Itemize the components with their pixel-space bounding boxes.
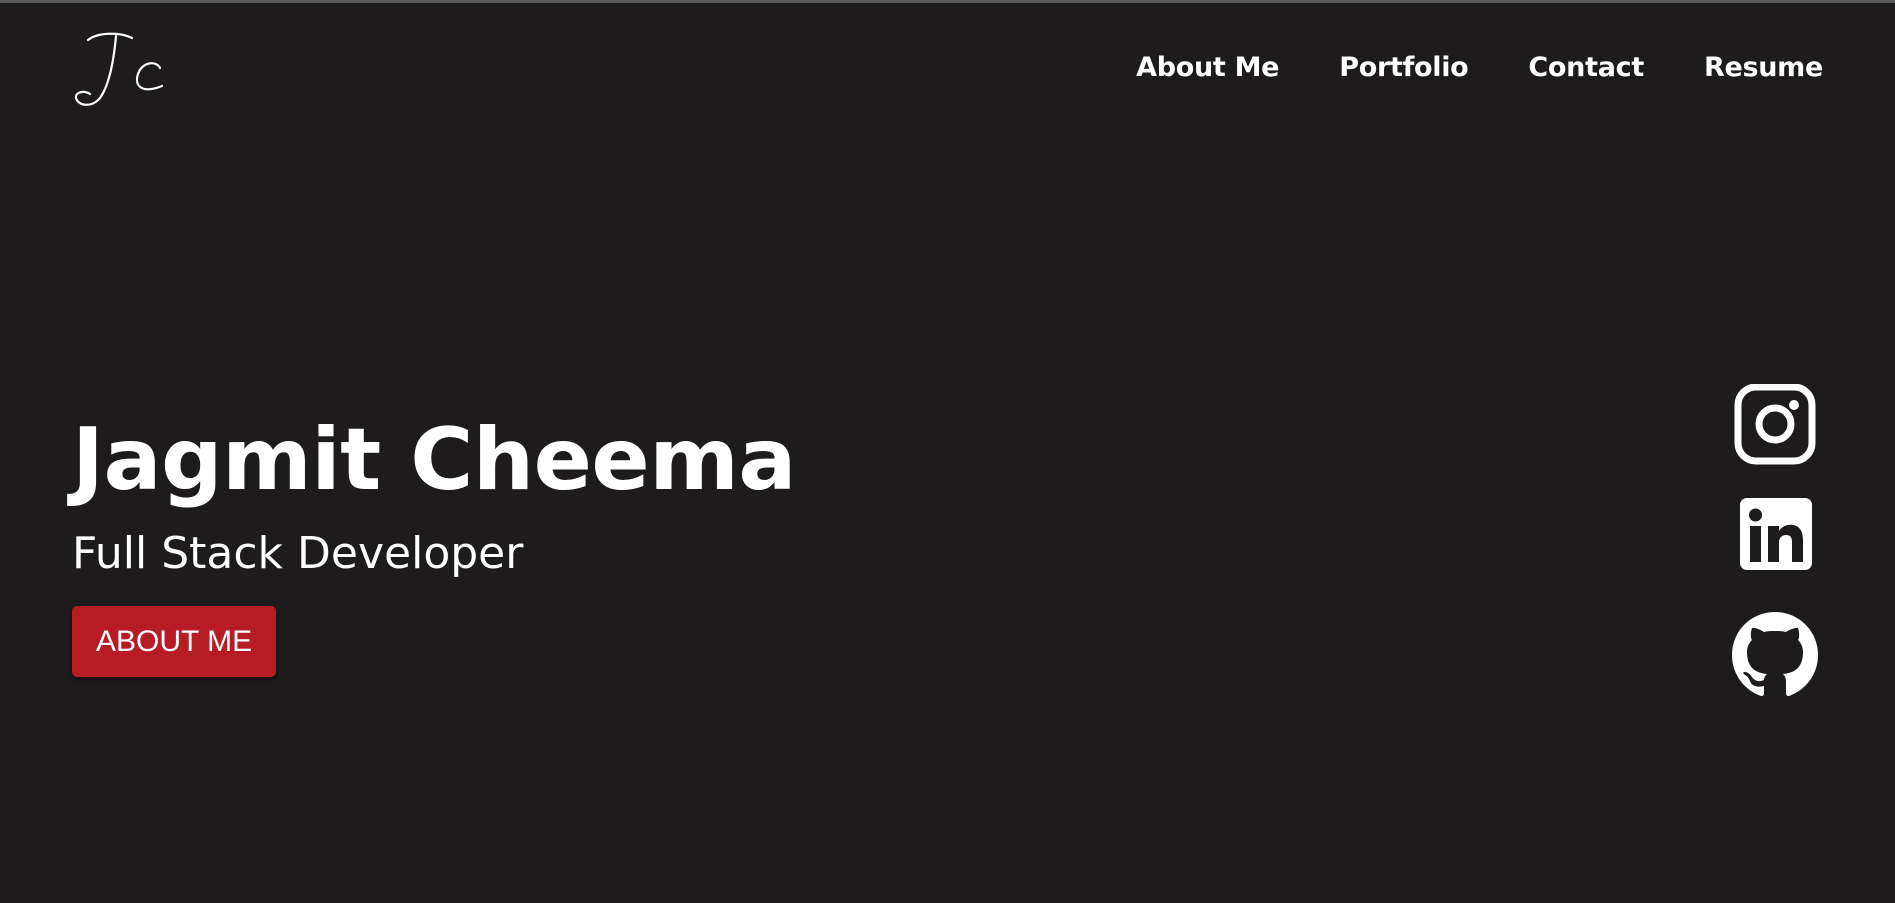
top-border	[0, 0, 1895, 3]
about-me-button[interactable]: ABOUT ME	[72, 606, 277, 677]
hero-section: Jagmit Cheema Full Stack Developer ABOUT…	[72, 400, 796, 677]
main-nav: About Me Portfolio Contact Resume	[1136, 52, 1823, 83]
hero-name: Jagmit Cheema	[72, 410, 796, 510]
nav-link-resume[interactable]: Resume	[1704, 52, 1823, 83]
nav-link-about-me[interactable]: About Me	[1136, 52, 1279, 83]
instagram-icon[interactable]	[1730, 384, 1820, 474]
linkedin-icon[interactable]	[1730, 498, 1820, 588]
nav-link-contact[interactable]: Contact	[1528, 52, 1644, 83]
logo[interactable]	[70, 28, 166, 108]
hero-role: Full Stack Developer	[72, 528, 524, 579]
nav-link-portfolio[interactable]: Portfolio	[1339, 52, 1469, 83]
github-icon[interactable]	[1730, 610, 1820, 700]
